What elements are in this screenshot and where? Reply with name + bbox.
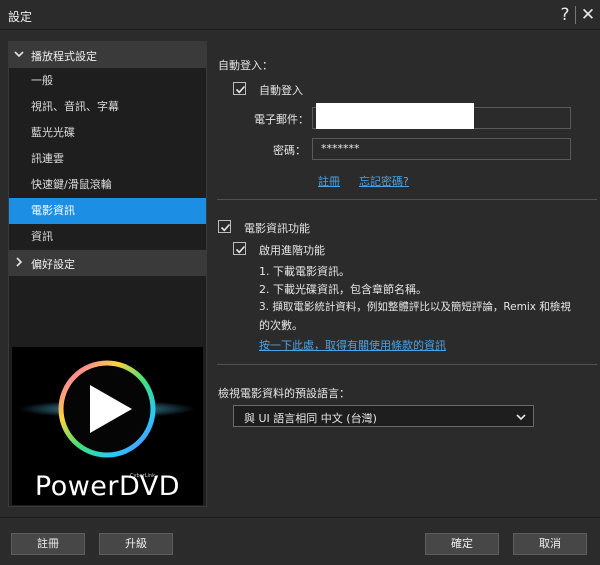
checkmark-icon [220,223,231,232]
register-button[interactable]: 註冊 [11,533,85,555]
register-link[interactable]: 註冊 [318,173,340,189]
feature-item-1: 1. 下載電影資訊。 [259,265,350,278]
sidebar-item-video-audio-subtitles[interactable]: 視訊、音訊、字幕 [9,94,206,120]
sidebar-header-preferences[interactable]: 偏好設定 [9,250,206,276]
feature-item-3-cont: 的次數。 [259,319,303,332]
language-select-value: 與 UI 語言相同 中文 (台灣) [244,412,377,425]
sidebar-header-label: 播放程式設定 [31,50,97,63]
title-separator [575,6,576,24]
cancel-button[interactable]: 取消 [513,533,587,555]
sidebar-item-bluray[interactable]: 藍光光碟 [9,120,206,146]
feature-item-3: 3. 擷取電影統計資料，例如整體評比以及簡短評論，Remix 和檢視 [259,301,571,313]
auto-login-checkbox[interactable] [233,82,246,95]
forgot-password-link[interactable]: 忘記密碼? [359,173,409,189]
powerdvd-logo: CyberLink PowerDVD [12,347,203,505]
password-label: 密碼： [273,144,306,157]
email-label: 電子郵件： [254,113,309,126]
language-select[interactable]: 與 UI 語言相同 中文 (台灣) [233,405,534,427]
advanced-features-checkbox[interactable] [233,242,246,255]
password-field[interactable]: ******* [312,138,571,160]
language-label: 檢視電影資料的預設語言： [218,387,350,400]
sidebar-item-hotkeys[interactable]: 快速鍵/滑鼠滾輪 [9,172,206,198]
section-divider [217,199,597,200]
powerdvd-wordmark: PowerDVD [34,471,181,502]
auto-login-section-title: 自動登入： [218,59,273,72]
close-button[interactable]: ✕ [578,4,598,26]
sidebar-item-movie-info[interactable]: 電影資訊 [9,198,206,224]
auto-login-label: 自動登入 [259,84,303,97]
sidebar-item-info[interactable]: 資訊 [9,224,206,250]
movie-info-label: 電影資訊功能 [244,222,310,235]
play-disc-icon [19,360,195,458]
sidebar-header-label: 偏好設定 [31,258,75,271]
upgrade-button[interactable]: 升級 [99,533,173,555]
checkmark-icon [235,85,246,94]
sidebar-item-general[interactable]: 一般 [9,68,206,94]
terms-of-use-link[interactable]: 按一下此處，取得有關使用條款的資訊 [259,337,446,353]
chevron-right-icon [16,257,23,267]
sidebar-header-player-settings[interactable]: 播放程式設定 [9,42,206,68]
section-divider [217,364,597,365]
window-title: 設定 [8,10,33,24]
footer-divider [0,517,600,518]
title-bar: 設定 ? ✕ [0,0,600,30]
movie-info-checkbox[interactable] [218,220,231,233]
advanced-features-label: 啟用進階功能 [259,244,325,257]
sidebar-item-cloud[interactable]: 訊連雲 [9,146,206,172]
checkmark-icon [235,245,246,254]
settings-sidebar: 播放程式設定 一般 視訊、音訊、字幕 藍光光碟 訊連雲 快速鍵/滑鼠滾輪 電影資… [8,41,207,507]
email-field[interactable] [316,103,474,129]
ok-button[interactable]: 確定 [425,533,499,555]
help-button[interactable]: ? [555,4,575,26]
chevron-down-icon [516,414,526,421]
feature-item-2: 2. 下載光碟資訊，包含章節名稱。 [259,283,427,296]
chevron-down-icon [14,51,24,58]
